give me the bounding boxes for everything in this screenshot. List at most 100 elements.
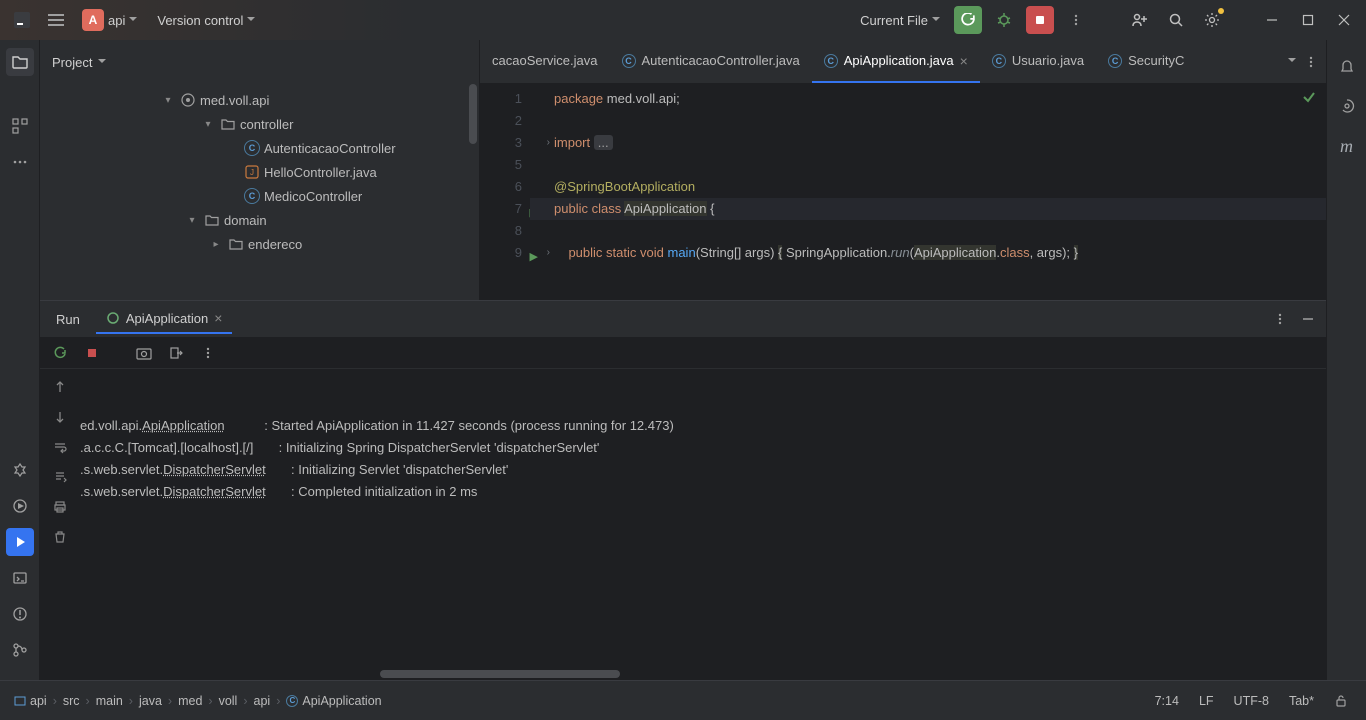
- tree-item[interactable]: ▾med.voll.api: [40, 88, 479, 112]
- scroll-up-button[interactable]: [50, 377, 70, 397]
- print-button[interactable]: [50, 497, 70, 517]
- hide-run-button[interactable]: [1298, 309, 1318, 329]
- editor-tab[interactable]: cacaoService.java: [480, 40, 610, 83]
- scrollbar-thumb[interactable]: [469, 84, 477, 144]
- breadcrumb-item[interactable]: api: [250, 692, 275, 710]
- run-tool-window: Run ApiApplication × ed.voll.api.ApiAppl…: [40, 300, 1326, 680]
- close-icon[interactable]: ×: [960, 53, 968, 69]
- chevron-down-icon: [932, 13, 940, 28]
- vcs-label: Version control: [157, 13, 243, 28]
- left-tool-rail: [0, 40, 40, 680]
- scrollbar-thumb[interactable]: [380, 670, 620, 678]
- tree-item[interactable]: ▾controller: [40, 112, 479, 136]
- debug-button[interactable]: [990, 6, 1018, 34]
- minimize-window-button[interactable]: [1258, 6, 1286, 34]
- run-tool-button[interactable]: [6, 528, 34, 556]
- line-separator[interactable]: LF: [1191, 694, 1222, 708]
- run-tab-label: ApiApplication: [126, 311, 208, 326]
- breadcrumbs: api›src›main›java›med›voll›api›C ApiAppl…: [10, 692, 386, 710]
- structure-tool-button[interactable]: [6, 112, 34, 140]
- run-button[interactable]: [954, 6, 982, 34]
- close-icon[interactable]: ×: [214, 310, 222, 326]
- tree-item[interactable]: ▸endereco: [40, 232, 479, 256]
- maximize-window-button[interactable]: [1294, 6, 1322, 34]
- editor-tab[interactable]: CApiApplication.java×: [812, 40, 980, 83]
- rerun-button[interactable]: [50, 343, 70, 363]
- readonly-toggle[interactable]: [1326, 694, 1356, 708]
- more-icon: [1304, 55, 1318, 69]
- editor-tab[interactable]: CUsuario.java: [980, 40, 1096, 83]
- more-run-button[interactable]: [198, 343, 218, 363]
- clear-button[interactable]: [50, 527, 70, 547]
- project-badge: A: [82, 9, 104, 31]
- project-selector[interactable]: A api: [76, 5, 143, 35]
- run-tabs: Run ApiApplication ×: [40, 301, 1326, 337]
- indent-setting[interactable]: Tab*: [1281, 694, 1322, 708]
- close-window-button[interactable]: [1330, 6, 1358, 34]
- run-console[interactable]: ed.voll.api.ApiApplication : Started Api…: [80, 369, 1326, 680]
- tree-item[interactable]: CAutenticacaoController: [40, 136, 479, 160]
- run-config-tab[interactable]: ApiApplication ×: [96, 304, 233, 334]
- chevron-down-icon: [98, 55, 106, 70]
- stop-run-button[interactable]: [82, 343, 102, 363]
- more-actions-button[interactable]: [1062, 6, 1090, 34]
- lock-icon: [1334, 694, 1348, 708]
- run-config-selector[interactable]: Current File: [854, 9, 946, 32]
- tabs-overflow[interactable]: [1280, 40, 1326, 83]
- chevron-down-icon: [1288, 54, 1296, 69]
- ai-assistant-button[interactable]: [1333, 92, 1361, 120]
- editor-tabs: cacaoService.javaCAutenticacaoController…: [480, 40, 1326, 84]
- run-body: ed.voll.api.ApiApplication : Started Api…: [40, 369, 1326, 680]
- svg-text:J: J: [250, 168, 254, 177]
- search-everywhere-button[interactable]: [1162, 6, 1190, 34]
- right-tool-rail: m: [1326, 40, 1366, 680]
- title-bar: A api Version control Current File: [0, 0, 1366, 40]
- services-tool-button[interactable]: [6, 492, 34, 520]
- notifications-button[interactable]: [1333, 52, 1361, 80]
- breadcrumb-item[interactable]: med: [174, 692, 206, 710]
- project-panel-header[interactable]: Project: [40, 40, 479, 84]
- status-bar: api›src›main›java›med›voll›api›C ApiAppl…: [0, 680, 1366, 720]
- file-encoding[interactable]: UTF-8: [1226, 694, 1277, 708]
- problems-tool-button[interactable]: [6, 600, 34, 628]
- chevron-down-icon: [129, 13, 137, 28]
- run-label: Run: [48, 312, 88, 327]
- vcs-tool-button[interactable]: [6, 636, 34, 664]
- settings-button[interactable]: [1198, 6, 1226, 34]
- breadcrumb-item[interactable]: api: [10, 692, 51, 710]
- breadcrumb-item[interactable]: java: [135, 692, 166, 710]
- terminal-tool-button[interactable]: [6, 564, 34, 592]
- spring-icon: [106, 311, 120, 325]
- project-tool-button[interactable]: [6, 48, 34, 76]
- vcs-menu[interactable]: Version control: [151, 9, 261, 32]
- scroll-to-end-button[interactable]: [50, 467, 70, 487]
- soft-wrap-button[interactable]: [50, 437, 70, 457]
- tree-item[interactable]: CMedicoController: [40, 184, 479, 208]
- tree-item[interactable]: ▾domain: [40, 208, 479, 232]
- editor-tab[interactable]: CSecurityC: [1096, 40, 1196, 83]
- code-with-me-icon[interactable]: [1126, 6, 1154, 34]
- breadcrumb-item[interactable]: src: [59, 692, 84, 710]
- scroll-down-button[interactable]: [50, 407, 70, 427]
- editor-tab[interactable]: CAutenticacaoController.java: [610, 40, 812, 83]
- tree-item[interactable]: JHelloController.java: [40, 160, 479, 184]
- breadcrumb-item[interactable]: main: [92, 692, 127, 710]
- run-config-label: Current File: [860, 13, 928, 28]
- more-tools-button[interactable]: [6, 148, 34, 176]
- stop-button[interactable]: [1026, 6, 1054, 34]
- caret-position[interactable]: 7:14: [1147, 694, 1187, 708]
- run-options-button[interactable]: [1270, 309, 1290, 329]
- project-panel-title: Project: [52, 55, 92, 70]
- screenshot-button[interactable]: [134, 343, 154, 363]
- main-menu-button[interactable]: [44, 8, 68, 32]
- breadcrumb-item[interactable]: voll: [215, 692, 242, 710]
- chevron-down-icon: [247, 13, 255, 28]
- maven-tool-button[interactable]: m: [1333, 132, 1361, 160]
- run-toolbar: [40, 337, 1326, 369]
- build-tool-button[interactable]: [6, 456, 34, 484]
- exit-button[interactable]: [166, 343, 186, 363]
- breadcrumb-item[interactable]: C ApiApplication: [282, 692, 385, 710]
- inspection-ok-icon[interactable]: [1302, 90, 1316, 104]
- run-side-toolbar: [40, 369, 80, 680]
- project-name: api: [108, 13, 125, 28]
